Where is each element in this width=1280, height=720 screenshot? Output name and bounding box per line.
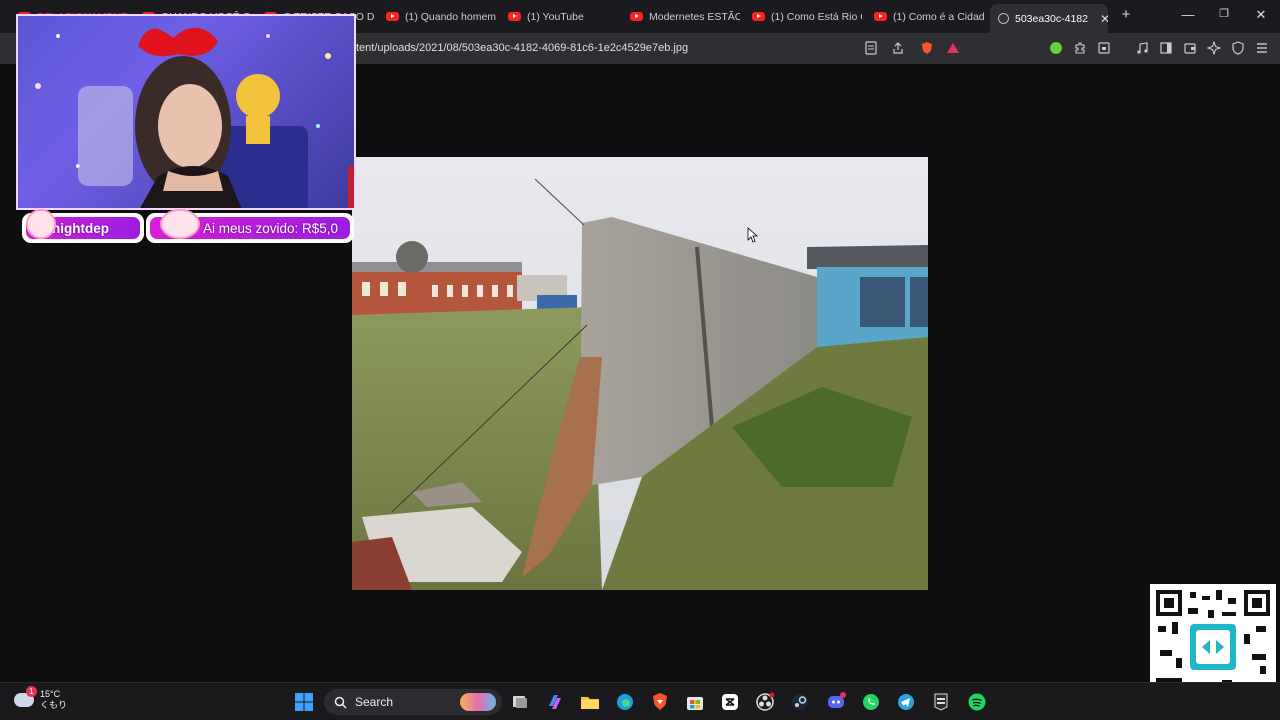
youtube-icon <box>874 12 887 21</box>
youtube-icon <box>752 12 765 21</box>
tab-youtube-4[interactable]: (1) Quando homem <box>378 4 496 29</box>
weather-widget[interactable]: 1 15°C くもり <box>14 686 68 711</box>
tab-youtube-7[interactable]: (1) Como Está Rio G <box>744 4 862 29</box>
epic-games-icon[interactable] <box>931 692 951 712</box>
obs-icon[interactable] <box>755 692 775 712</box>
edge-icon[interactable] <box>615 692 635 712</box>
search-label: Search <box>355 695 394 709</box>
vpn-icon[interactable] <box>1097 41 1111 55</box>
weather-desc: くもり <box>40 700 68 710</box>
brave-browser-icon[interactable] <box>650 692 670 712</box>
close-tab-icon[interactable]: ✕ <box>1100 12 1108 26</box>
windows-start-icon[interactable] <box>294 692 314 712</box>
new-tab-button[interactable]: + <box>1116 6 1136 23</box>
restore-button[interactable]: ❐ <box>1214 7 1234 20</box>
chat-message: Ai meus zovido: R$5,0 <box>203 220 339 236</box>
wallet-icon[interactable] <box>1183 41 1197 55</box>
tab-active-image[interactable]: 503ea30c-4182 ✕ <box>990 4 1108 33</box>
discord-icon[interactable] <box>826 692 846 712</box>
close-window-button[interactable]: ✕ <box>1251 7 1271 23</box>
weather-temp: 15°C <box>40 689 61 699</box>
extension-status-icon[interactable] <box>1049 41 1063 55</box>
brave-rewards-icon[interactable] <box>946 41 960 55</box>
extensions-icon[interactable] <box>1073 41 1087 55</box>
sidebar-icon[interactable] <box>1159 41 1173 55</box>
music-icon[interactable] <box>1135 41 1149 55</box>
chat-sticker <box>160 209 200 239</box>
minimize-button[interactable]: — <box>1178 7 1198 22</box>
capcut-icon[interactable] <box>720 692 740 712</box>
tab-youtube-5[interactable]: (1) YouTube <box>500 4 618 29</box>
tab-youtube-6[interactable]: Modernetes ESTÃO <box>622 4 740 29</box>
tab-youtube-8[interactable]: (1) Como é a Cidad <box>866 4 984 29</box>
steam-icon[interactable] <box>790 692 810 712</box>
windows-taskbar: 1 15°C くもり Search <box>0 682 1280 720</box>
viewed-image[interactable] <box>352 157 928 590</box>
search-icon <box>334 696 347 709</box>
streamer-webcam <box>16 14 356 210</box>
leo-ai-icon[interactable] <box>1206 40 1222 56</box>
globe-icon <box>998 13 1009 24</box>
tab-label: (1) Como é a Cidad <box>893 10 984 23</box>
telegram-icon[interactable] <box>896 692 916 712</box>
privacy-shield-icon[interactable] <box>1231 41 1245 55</box>
spotify-icon[interactable] <box>967 692 987 712</box>
youtube-icon <box>630 12 643 21</box>
tab-label: 503ea30c-4182 <box>1015 12 1088 25</box>
youtube-icon <box>508 12 521 21</box>
chat-avatar <box>26 209 56 239</box>
mouse-cursor-icon <box>747 227 759 243</box>
taskbar-search[interactable]: Search <box>324 689 502 715</box>
notification-badge: 1 <box>26 686 37 697</box>
task-view-icon[interactable] <box>510 692 530 712</box>
copilot-icon[interactable] <box>545 692 565 712</box>
tab-label: (1) YouTube <box>527 10 584 23</box>
chat-username-pill: nightdep <box>22 209 144 243</box>
share-icon[interactable] <box>891 41 905 55</box>
brave-shields-icon[interactable] <box>920 41 934 55</box>
menu-icon[interactable] <box>1255 41 1269 55</box>
file-explorer-icon[interactable] <box>580 692 600 712</box>
chat-username: nightdep <box>52 220 109 236</box>
search-highlight-icon <box>460 693 496 711</box>
tab-label: (1) Como Está Rio G <box>771 10 862 23</box>
chat-message-pill: Ai meus zovido: R$5,0 <box>146 209 354 243</box>
cloud-icon: 1 <box>14 686 37 707</box>
tab-label: Modernetes ESTÃO <box>649 10 740 23</box>
address-bar[interactable]: tent/uploads/2021/08/503ea30c-4182-4069-… <box>356 42 688 54</box>
reader-mode-icon[interactable] <box>864 41 878 55</box>
microsoft-store-icon[interactable] <box>685 692 705 712</box>
youtube-icon <box>386 12 399 21</box>
whatsapp-icon[interactable] <box>861 692 881 712</box>
tab-label: (1) Quando homem <box>405 10 496 23</box>
